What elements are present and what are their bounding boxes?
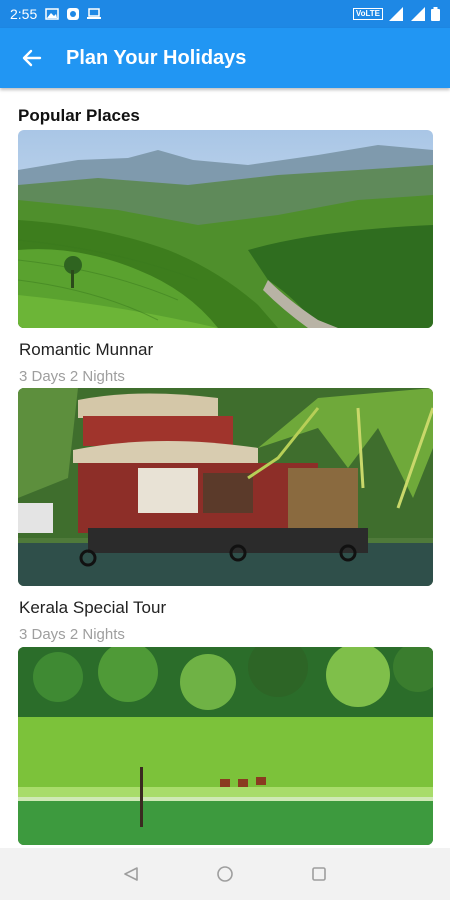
gallery-icon bbox=[45, 8, 59, 20]
status-time: 2:55 bbox=[10, 6, 38, 22]
houseboat-photo bbox=[18, 388, 433, 586]
status-bar: 2:55 VoLTE bbox=[0, 0, 450, 28]
package-image-kerala[interactable] bbox=[18, 388, 433, 586]
battery-icon bbox=[431, 7, 440, 21]
triangle-back-icon bbox=[124, 867, 138, 881]
nav-back-button[interactable] bbox=[119, 862, 143, 886]
app-bar: Plan Your Holidays bbox=[0, 28, 450, 88]
package-image-munnar[interactable] bbox=[18, 130, 433, 328]
munnar-photo bbox=[18, 130, 433, 328]
back-button[interactable] bbox=[0, 28, 64, 88]
package-name-1[interactable]: Romantic Munnar bbox=[19, 340, 153, 360]
system-nav-bar bbox=[0, 848, 450, 900]
package-duration-2: 3 Days 2 Nights bbox=[19, 626, 125, 643]
signal-icon bbox=[389, 7, 403, 21]
package-name-2[interactable]: Kerala Special Tour bbox=[19, 598, 166, 618]
package-image-3[interactable] bbox=[18, 647, 433, 845]
nav-home-button[interactable] bbox=[213, 862, 237, 886]
nav-recents-button[interactable] bbox=[307, 862, 331, 886]
page-title: Plan Your Holidays bbox=[66, 46, 247, 69]
app-notification-icon bbox=[67, 8, 80, 20]
circle-home-icon bbox=[217, 866, 233, 882]
square-recents-icon bbox=[312, 867, 326, 881]
lake-photo bbox=[18, 647, 433, 845]
signal-icon-2 bbox=[411, 7, 425, 21]
laptop-icon bbox=[87, 8, 102, 19]
volte-badge: VoLTE bbox=[352, 8, 383, 20]
section-title: Popular Places bbox=[18, 106, 140, 125]
package-duration-1: 3 Days 2 Nights bbox=[19, 368, 125, 385]
content: Popular Places Romantic Munnar 3 Days 2 … bbox=[0, 88, 450, 848]
back-arrow-icon bbox=[22, 49, 42, 67]
